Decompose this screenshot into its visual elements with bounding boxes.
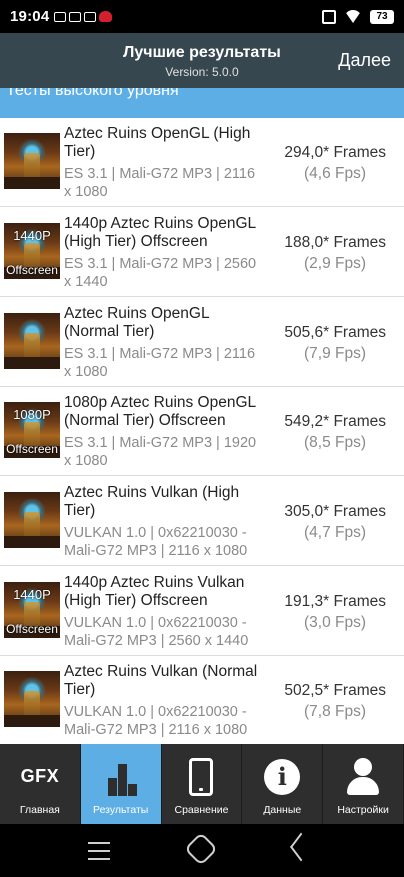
test-details: ES 3.1 | Mali-G72 MP3 | 2116 x 1080 bbox=[64, 166, 256, 200]
user-icon bbox=[345, 758, 381, 796]
mail-notification-icon bbox=[84, 11, 97, 22]
benchmark-thumbnail bbox=[4, 133, 60, 189]
next-button[interactable]: Далее bbox=[338, 50, 391, 71]
battery-icon: 73 bbox=[370, 9, 394, 24]
result-row[interactable]: Aztec Ruins Vulkan (Normal Tier) VULKAN … bbox=[0, 656, 404, 744]
test-frames: 305,0* Frames bbox=[284, 503, 386, 520]
notification-icons bbox=[54, 11, 113, 22]
status-time: 19:04 bbox=[10, 8, 50, 25]
test-fps: (2,9 Fps) bbox=[303, 255, 366, 272]
tab-results[interactable]: Результаты bbox=[80, 744, 162, 824]
tab-label: Данные bbox=[263, 804, 302, 816]
benchmark-thumbnail: 1440P Offscreen bbox=[4, 223, 60, 279]
test-details: VULKAN 1.0 | 0x62210030 - Mali-G72 MP3 |… bbox=[64, 704, 248, 738]
result-row[interactable]: Aztec Ruins OpenGL (High Tier) ES 3.1 | … bbox=[0, 118, 404, 207]
test-title: Aztec Ruins OpenGL (Normal Tier) bbox=[64, 305, 210, 340]
image-notification-icon bbox=[54, 11, 67, 22]
test-frames: 188,0* Frames bbox=[284, 234, 386, 251]
test-frames: 294,0* Frames bbox=[284, 144, 386, 161]
wifi-icon bbox=[344, 10, 362, 23]
status-right: 73 bbox=[322, 9, 394, 24]
section-title: Тесты высокого уровня bbox=[6, 88, 179, 99]
test-details: VULKAN 1.0 | 0x62210030 - Mali-G72 MP3 |… bbox=[64, 615, 249, 649]
tab-settings[interactable]: Настройки bbox=[323, 744, 404, 824]
status-bar: 19:04 73 bbox=[0, 0, 404, 33]
test-fps: (3,0 Fps) bbox=[303, 614, 366, 631]
benchmark-thumbnail: 1440P Offscreen bbox=[4, 582, 60, 638]
test-fps: (8,5 Fps) bbox=[303, 434, 366, 451]
result-row[interactable]: 1440P Offscreen 1440p Aztec Ruins Vulkan… bbox=[0, 567, 404, 656]
bar-chart-icon bbox=[102, 760, 140, 796]
menu-icon[interactable] bbox=[88, 842, 110, 866]
test-details: ES 3.1 | Mali-G72 MP3 | 2560 x 1440 bbox=[64, 256, 257, 290]
test-fps: (4,7 Fps) bbox=[303, 524, 366, 541]
section-header: Тесты высокого уровня bbox=[0, 88, 404, 118]
test-title: Aztec Ruins OpenGL (High Tier) bbox=[64, 125, 251, 160]
tab-label: Сравнение bbox=[174, 804, 229, 816]
screen: 19:04 73 Лучшие результаты Version: 5.0.… bbox=[0, 0, 404, 877]
test-frames: 505,6* Frames bbox=[284, 324, 386, 341]
thumbnail-offscreen-label: Offscreen bbox=[6, 263, 58, 277]
result-row[interactable]: 1080P Offscreen 1080p Aztec Ruins OpenGL… bbox=[0, 387, 404, 476]
test-frames: 191,3* Frames bbox=[284, 593, 386, 610]
vibrate-icon bbox=[322, 9, 336, 24]
benchmark-thumbnail bbox=[4, 313, 60, 369]
test-details: VULKAN 1.0 | 0x62210030 - Mali-G72 MP3 |… bbox=[64, 525, 248, 559]
thumbnail-resolution-label: 1080P bbox=[13, 407, 51, 422]
tab-home[interactable]: GFX Главная bbox=[0, 744, 81, 824]
back-icon[interactable] bbox=[290, 832, 312, 862]
test-details: ES 3.1 | Mali-G72 MP3 | 1920 x 1080 bbox=[64, 435, 257, 469]
thumbnail-offscreen-label: Offscreen bbox=[6, 622, 58, 636]
test-fps: (7,9 Fps) bbox=[303, 345, 366, 362]
result-row[interactable]: Aztec Ruins Vulkan (High Tier) VULKAN 1.… bbox=[0, 477, 404, 566]
home-icon[interactable] bbox=[184, 832, 218, 866]
test-frames: 502,5* Frames bbox=[284, 682, 386, 699]
app-header: Лучшие результаты Version: 5.0.0 Далее bbox=[0, 33, 404, 88]
test-title: Aztec Ruins Vulkan (High Tier) bbox=[64, 484, 240, 519]
bottom-tab-bar: GFX Главная Результаты Сравнение i Данны… bbox=[0, 744, 404, 824]
test-fps: (4,6 Fps) bbox=[303, 165, 366, 182]
huawei-app-icon bbox=[99, 11, 113, 22]
result-row[interactable]: Aztec Ruins OpenGL (Normal Tier) ES 3.1 … bbox=[0, 298, 404, 387]
tab-label: Результаты bbox=[93, 804, 149, 816]
benchmark-thumbnail bbox=[4, 492, 60, 548]
result-row[interactable]: 1440P Offscreen 1440p Aztec Ruins OpenGL… bbox=[0, 208, 404, 297]
info-icon: i bbox=[264, 759, 301, 795]
thumbnail-offscreen-label: Offscreen bbox=[6, 442, 58, 456]
tab-data[interactable]: i Данные bbox=[242, 744, 324, 824]
gfx-logo-icon: GFX bbox=[20, 766, 60, 786]
results-list[interactable]: Aztec Ruins OpenGL (High Tier) ES 3.1 | … bbox=[0, 118, 404, 744]
message-notification-icon bbox=[69, 11, 82, 22]
tab-label: Главная bbox=[19, 804, 60, 816]
system-navigation-bar bbox=[0, 824, 404, 877]
benchmark-thumbnail: 1080P Offscreen bbox=[4, 402, 60, 458]
test-fps: (7,8 Fps) bbox=[303, 703, 366, 720]
tab-label: Настройки bbox=[337, 804, 389, 816]
test-title: Aztec Ruins Vulkan (Normal Tier) bbox=[64, 663, 258, 698]
test-title: 1440p Aztec Ruins OpenGL (High Tier) Off… bbox=[64, 215, 256, 250]
test-title: 1440p Aztec Ruins Vulkan (High Tier) Off… bbox=[64, 574, 245, 609]
thumbnail-resolution-label: 1440P bbox=[13, 228, 51, 243]
test-details: ES 3.1 | Mali-G72 MP3 | 2116 x 1080 bbox=[64, 346, 256, 380]
tab-compare[interactable]: Сравнение bbox=[162, 744, 243, 824]
phone-icon bbox=[189, 758, 214, 796]
test-title: 1080p Aztec Ruins OpenGL (Normal Tier) O… bbox=[64, 394, 256, 429]
benchmark-thumbnail bbox=[4, 671, 60, 727]
thumbnail-resolution-label: 1440P bbox=[13, 587, 51, 602]
test-frames: 549,2* Frames bbox=[284, 413, 386, 430]
